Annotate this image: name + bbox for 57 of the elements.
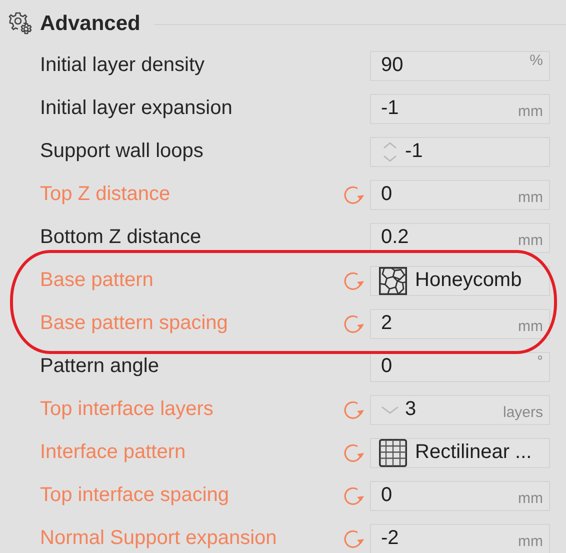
unit-label: mm xyxy=(518,231,543,249)
gears-icon xyxy=(8,11,34,37)
input-field[interactable]: -1 xyxy=(370,136,550,166)
honeycomb-icon xyxy=(377,266,409,294)
field-value: Honeycomb xyxy=(415,269,522,292)
setting-label: Top interface spacing xyxy=(39,484,230,507)
field-value: 3 xyxy=(405,398,416,421)
unit-label: mm xyxy=(518,102,543,120)
pattern-dropdown[interactable]: Rectilinear ... xyxy=(370,438,550,468)
setting-label: Initial layer expansion xyxy=(39,97,234,120)
setting-label: Top interface layers xyxy=(39,398,214,421)
setting-label: Base pattern xyxy=(39,269,154,292)
unit-label: mm xyxy=(518,489,543,507)
field-value: -2 xyxy=(381,527,399,550)
field-value: 90 xyxy=(381,54,404,77)
section-title: Advanced xyxy=(40,12,140,36)
reset-icon[interactable] xyxy=(342,312,364,334)
input-field[interactable]: -2 mm xyxy=(370,524,550,553)
setting-label: Bottom Z distance xyxy=(39,226,202,249)
reset-icon[interactable] xyxy=(342,184,364,206)
chevron-down-icon[interactable] xyxy=(381,404,399,414)
field-value: 0.2 xyxy=(381,226,409,249)
setting-label: Initial layer density xyxy=(39,54,206,77)
reset-icon[interactable] xyxy=(342,484,364,506)
setting-label: Pattern angle xyxy=(39,355,160,378)
field-value: -1 xyxy=(405,140,423,163)
unit-label: mm xyxy=(518,188,543,206)
reset-icon[interactable] xyxy=(342,398,364,420)
grid-icon xyxy=(377,438,409,466)
input-field[interactable]: 0.2 mm xyxy=(370,222,550,252)
input-field[interactable]: -1 mm xyxy=(370,94,550,124)
reset-icon[interactable] xyxy=(342,442,364,464)
setting-label: Support wall loops xyxy=(39,140,204,163)
input-field[interactable]: 3 layers xyxy=(370,394,550,424)
unit-label: layers xyxy=(502,403,543,421)
field-value: 0 xyxy=(381,484,392,507)
input-field[interactable]: 2 mm xyxy=(370,308,550,338)
reset-icon[interactable] xyxy=(342,270,364,292)
unit-label: mm xyxy=(518,532,543,550)
input-field[interactable]: 0 mm xyxy=(370,480,550,510)
setting-label: Top Z distance xyxy=(39,183,172,206)
field-value: 2 xyxy=(381,312,392,335)
field-value: 0 xyxy=(381,183,392,206)
reset-icon[interactable] xyxy=(342,528,364,550)
setting-label: Base pattern spacing xyxy=(39,312,229,335)
input-field[interactable]: 0 ° xyxy=(370,352,550,382)
unit-label: mm xyxy=(518,317,543,335)
setting-label: Normal Support expansion xyxy=(39,527,278,550)
input-field[interactable]: 0 mm xyxy=(370,180,550,210)
setting-label: Interface pattern xyxy=(39,441,187,464)
field-value: 0 xyxy=(381,355,392,378)
field-value: -1 xyxy=(381,97,399,120)
pattern-dropdown[interactable]: Honeycomb xyxy=(370,266,550,296)
unit-label: % xyxy=(530,52,543,69)
field-value: Rectilinear ... xyxy=(415,441,532,464)
input-field[interactable]: 90 % xyxy=(370,50,550,80)
unit-label: ° xyxy=(537,353,543,370)
